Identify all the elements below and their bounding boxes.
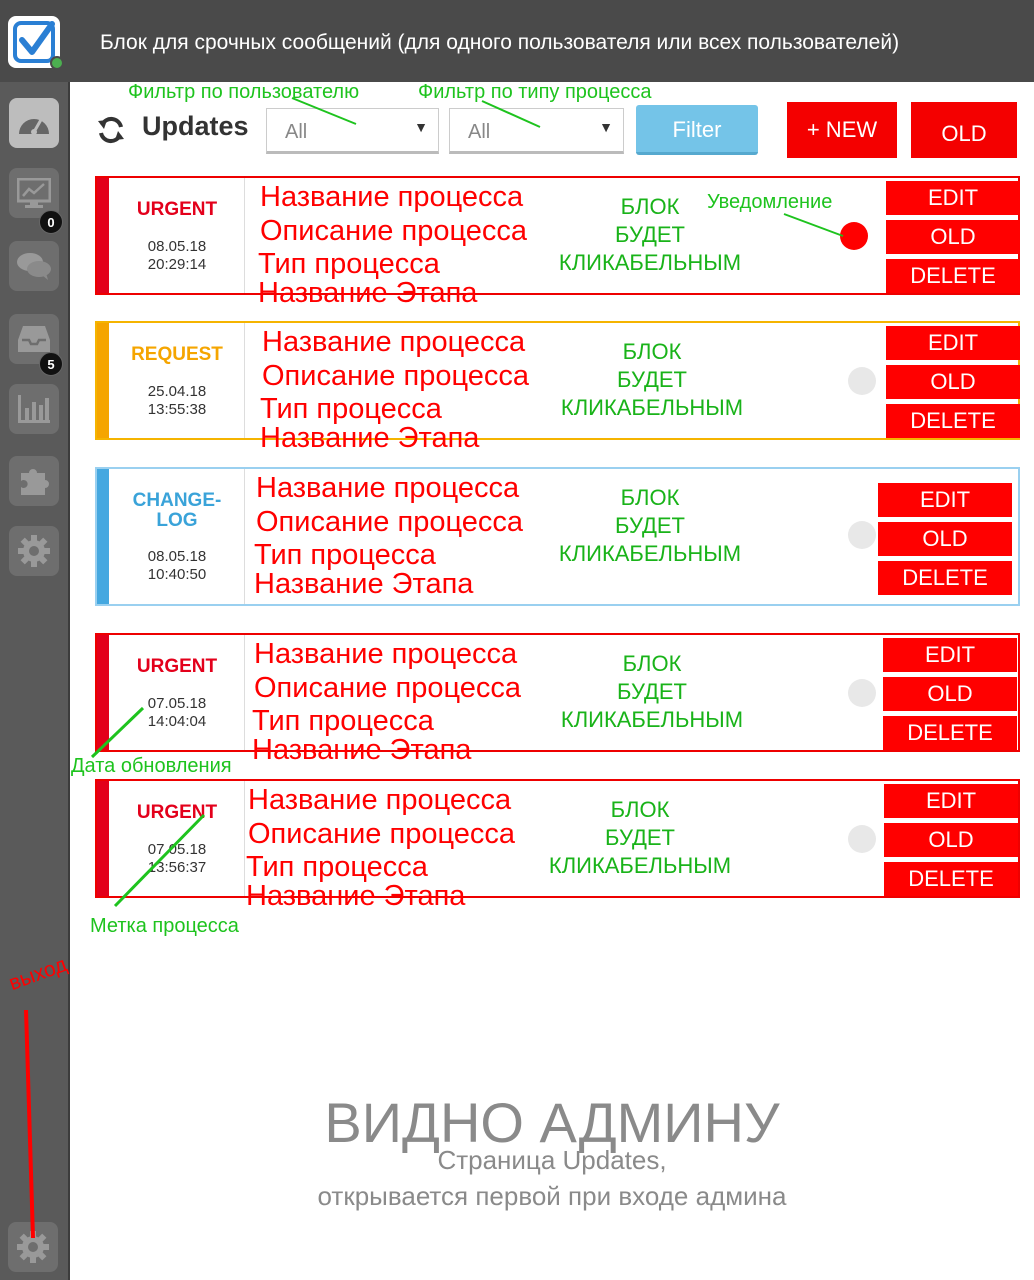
admin-note-line2: открывается первой при входе админа [317, 1181, 787, 1211]
update-date-pointer [90, 706, 145, 759]
admin-note-line1: Страница Updates, [437, 1145, 667, 1175]
type-filter-pointer [481, 100, 541, 128]
user-filter-pointer [291, 97, 357, 125]
process-tag-pointer [113, 813, 206, 908]
annotation-pointers [24, 97, 844, 1239]
notification-pointer [783, 213, 844, 237]
